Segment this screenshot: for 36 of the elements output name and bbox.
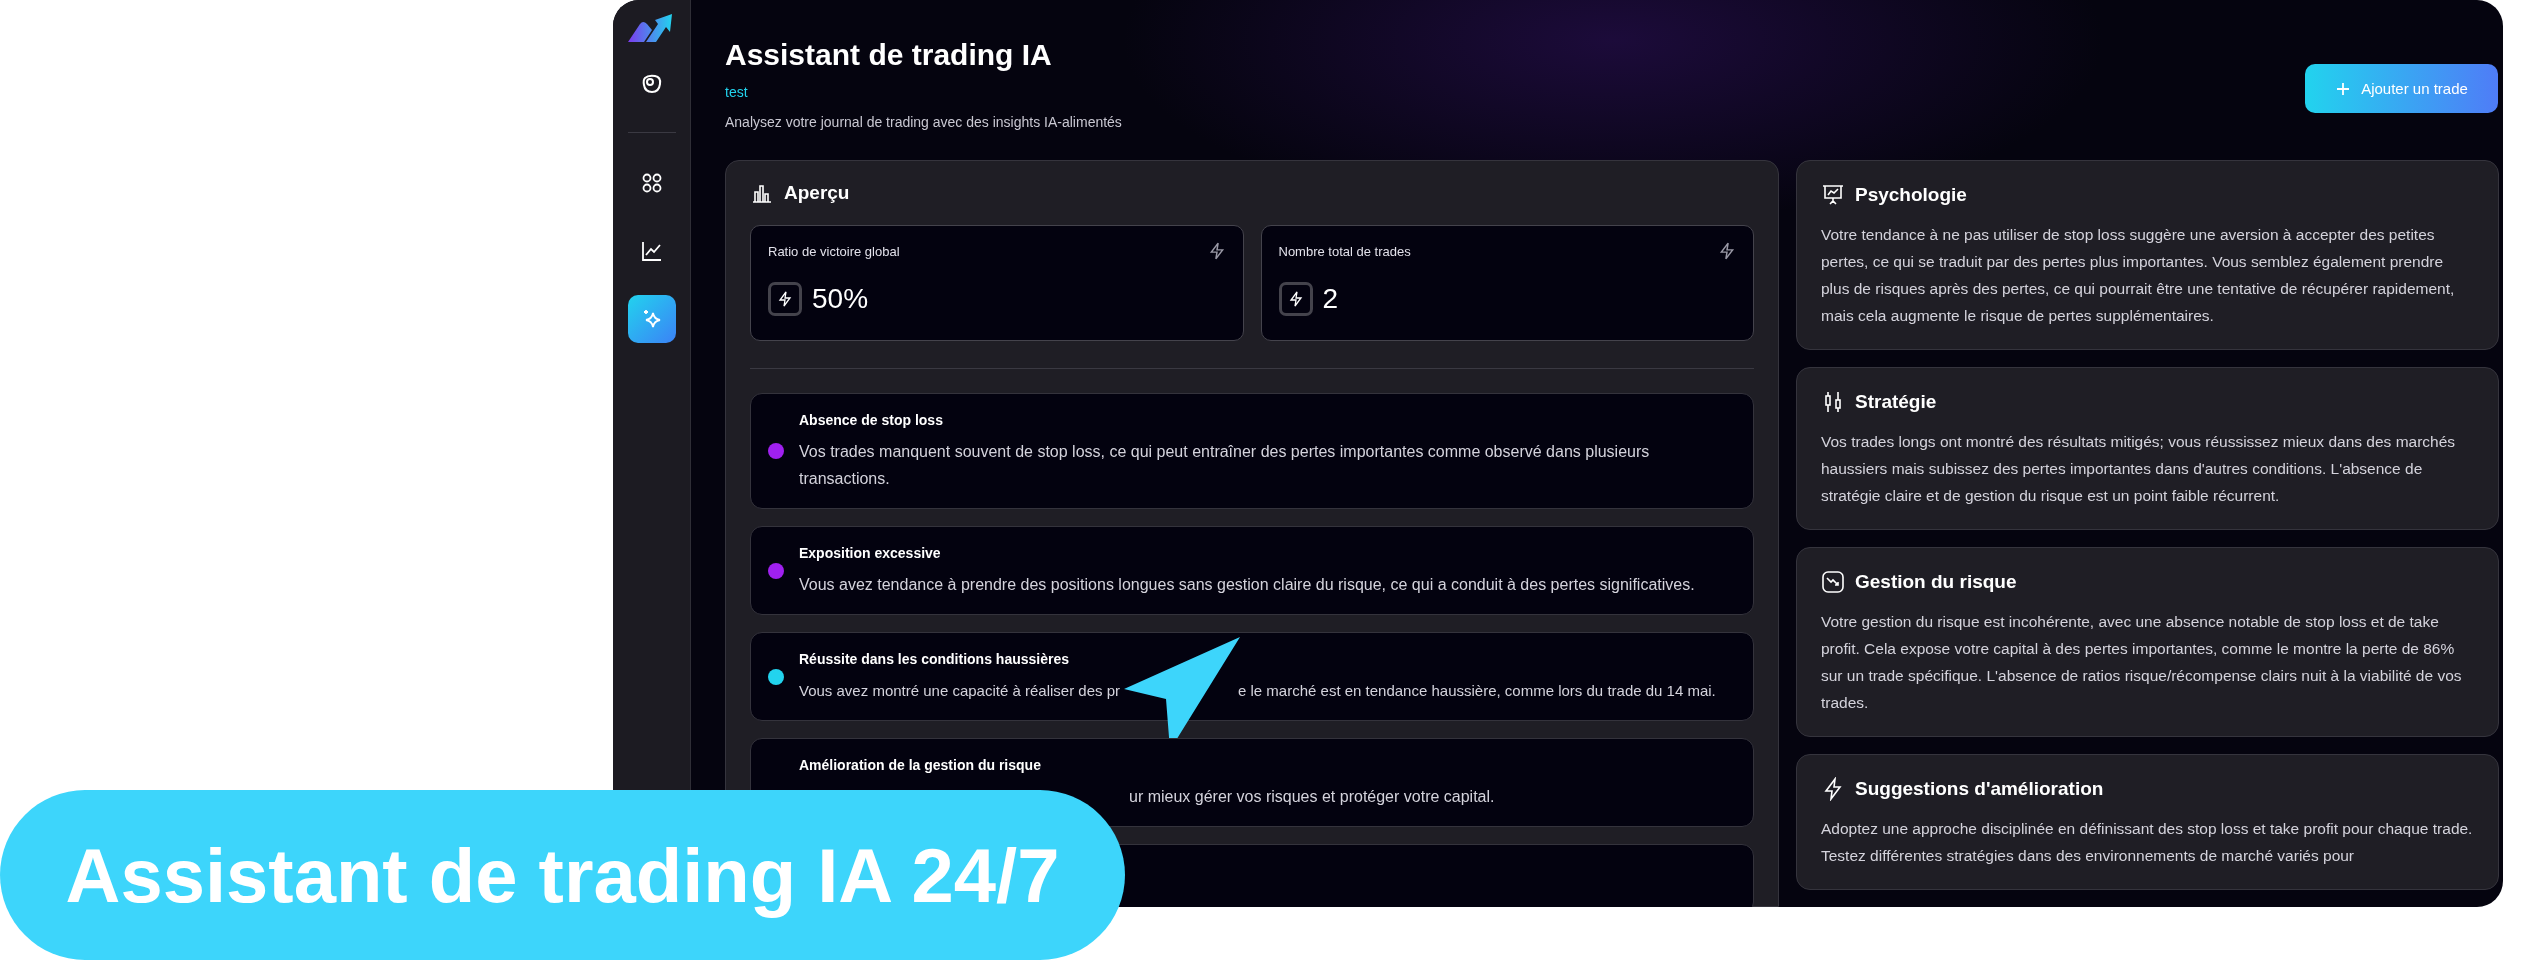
lightning-icon bbox=[768, 282, 802, 316]
card-title: Psychologie bbox=[1855, 184, 1967, 206]
insight-text: Vous avez montré une capacité à réaliser des pr bbox=[799, 681, 1120, 701]
stat-label: Nombre total de trades bbox=[1278, 243, 1411, 259]
card-text: Votre tendance à ne pas utiliser de stop loss suggère une aversion à accepter des petites pertes, ce qui se traduit par des pertes plus importantes. Vous semblez également prendre plus de risques après des pertes, ce qui pourrait être une tentative de récupérer rapidement, mais cela augmente le risque de pertes supplémentaires. bbox=[1821, 225, 2456, 326]
add-trade-button[interactable]: Ajouter un trade bbox=[2305, 64, 2498, 113]
lightning-icon bbox=[1278, 282, 1313, 316]
insight-title: Exposition excessive bbox=[799, 545, 942, 561]
insight-title: Absence de stop loss bbox=[799, 412, 944, 428]
stat-value: 2 bbox=[1322, 283, 1339, 315]
panel-title: Aperçu bbox=[784, 182, 850, 204]
page-subtitle: Analysez votre journal de trading avec des insights IA-alimentés bbox=[725, 114, 1122, 130]
presentation-icon bbox=[1821, 183, 1845, 207]
insight-text: ur mieux gérer vos risques et protéger votre capital. bbox=[1129, 788, 1495, 805]
insight-text: Vos trades manquent souvent de stop loss, ce qui peut entraîner des pertes importantes comme observé dans plusieurs transactions. bbox=[799, 443, 1650, 487]
trending-down-icon bbox=[1821, 570, 1845, 594]
card-title: Gestion du risque bbox=[1855, 571, 2017, 593]
page-title: Assistant de trading IA bbox=[725, 37, 1053, 73]
lightning-icon bbox=[1207, 242, 1226, 260]
line-chart-icon bbox=[639, 239, 664, 263]
card-text: Adoptez une approche disciplinée en définissant des stop loss et take profit pour chaque trade. Testez différentes stratégies dans des environnements de marché variés pour bbox=[1821, 819, 2474, 866]
card-text: Votre gestion du risque est incohérente, avec une absence notable de stop loss et de take profit. Cela expose votre capital à des pertes importantes, comme le montre la perte de 86% sur un trade spécifique. L'absence de ratios risque/récompense clairs nuit à la viabilité de vos trades. bbox=[1821, 612, 2463, 713]
insight-text: Vous avez tendance à prendre des positions longues sans gestion claire du risque, ce qui a conduit à des pertes significatives. bbox=[799, 576, 1695, 593]
insight-text: e le marché est en tendance haussière, comme lors du trade du 14 mai. bbox=[1238, 681, 1716, 701]
nav-assistant-button[interactable] bbox=[627, 295, 676, 343]
insight-title: Réussite dans les conditions haussières bbox=[799, 651, 1070, 667]
stat-value: 50% bbox=[812, 283, 869, 315]
page-tag: test bbox=[725, 84, 1122, 100]
banner-text: Assistant de trading IA 24/7 bbox=[65, 831, 1060, 919]
plus-icon bbox=[2335, 80, 2352, 97]
lightning-icon bbox=[1718, 242, 1736, 260]
stat-label: Ratio de victoire global bbox=[768, 243, 900, 259]
card-title: Stratégie bbox=[1855, 391, 1937, 413]
card-text: Vos trades longs ont montré des résultats mitigés; vous réussissez mieux dans des marchés haussiers mais subissez des pertes importantes dans d'autres conditions. L'absence de stratégie claire et de gestion du risque est un point faible récurrent. bbox=[1821, 432, 2457, 506]
card-title: Suggestions d'amélioration bbox=[1855, 778, 2104, 800]
insight-title: Amélioration de la gestion du risque bbox=[799, 757, 1042, 773]
